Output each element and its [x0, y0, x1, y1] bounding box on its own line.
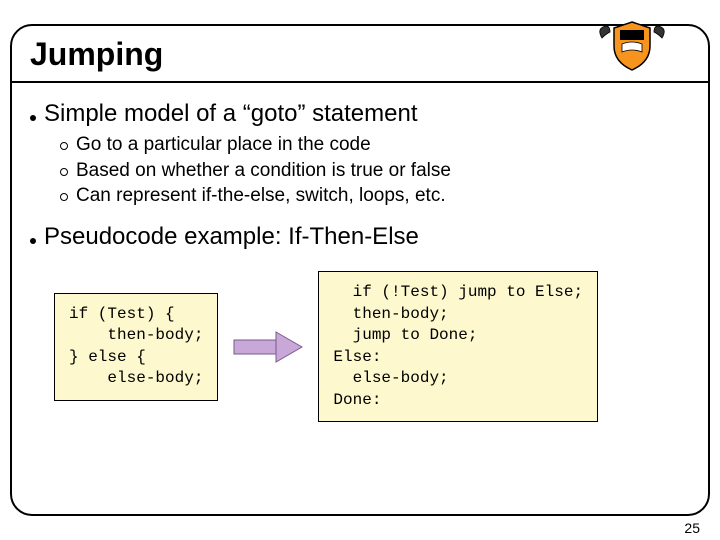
- ring-bullet-icon: [60, 142, 68, 150]
- title-bar: Jumping: [12, 26, 708, 83]
- slide-frame: Jumping Simple model of a “goto” stateme…: [10, 24, 710, 516]
- bullet-level2: Based on whether a condition is true or …: [60, 158, 690, 184]
- bullet-level2: Go to a particular place in the code: [60, 132, 690, 158]
- princeton-crest-icon: [592, 20, 672, 76]
- slide-body: Simple model of a “goto” statement Go to…: [30, 88, 690, 504]
- bullet-text: Pseudocode example: If-Then-Else: [44, 223, 690, 251]
- dot-bullet-icon: [30, 115, 36, 121]
- bullet-level1: Simple model of a “goto” statement: [30, 100, 690, 128]
- sub-bullet-text: Based on whether a condition is true or …: [76, 158, 451, 184]
- right-arrow-icon: [232, 330, 304, 364]
- bullet-level2: Can represent if-the-else, switch, loops…: [60, 183, 690, 209]
- sub-bullet-text: Go to a particular place in the code: [76, 132, 371, 158]
- code-box-left: if (Test) { then-body; } else { else-bod…: [54, 293, 218, 401]
- page-number: 25: [684, 520, 700, 536]
- bullet-level1: Pseudocode example: If-Then-Else: [30, 223, 690, 251]
- sub-bullet-list: Go to a particular place in the code Bas…: [60, 132, 690, 209]
- ring-bullet-icon: [60, 168, 68, 176]
- sub-bullet-text: Can represent if-the-else, switch, loops…: [76, 183, 446, 209]
- slide-title: Jumping: [30, 36, 690, 73]
- bullet-text: Simple model of a “goto” statement: [44, 100, 690, 128]
- dot-bullet-icon: [30, 238, 36, 244]
- ring-bullet-icon: [60, 193, 68, 201]
- code-box-right: if (!Test) jump to Else; then-body; jump…: [318, 271, 598, 423]
- code-row: if (Test) { then-body; } else { else-bod…: [54, 271, 690, 423]
